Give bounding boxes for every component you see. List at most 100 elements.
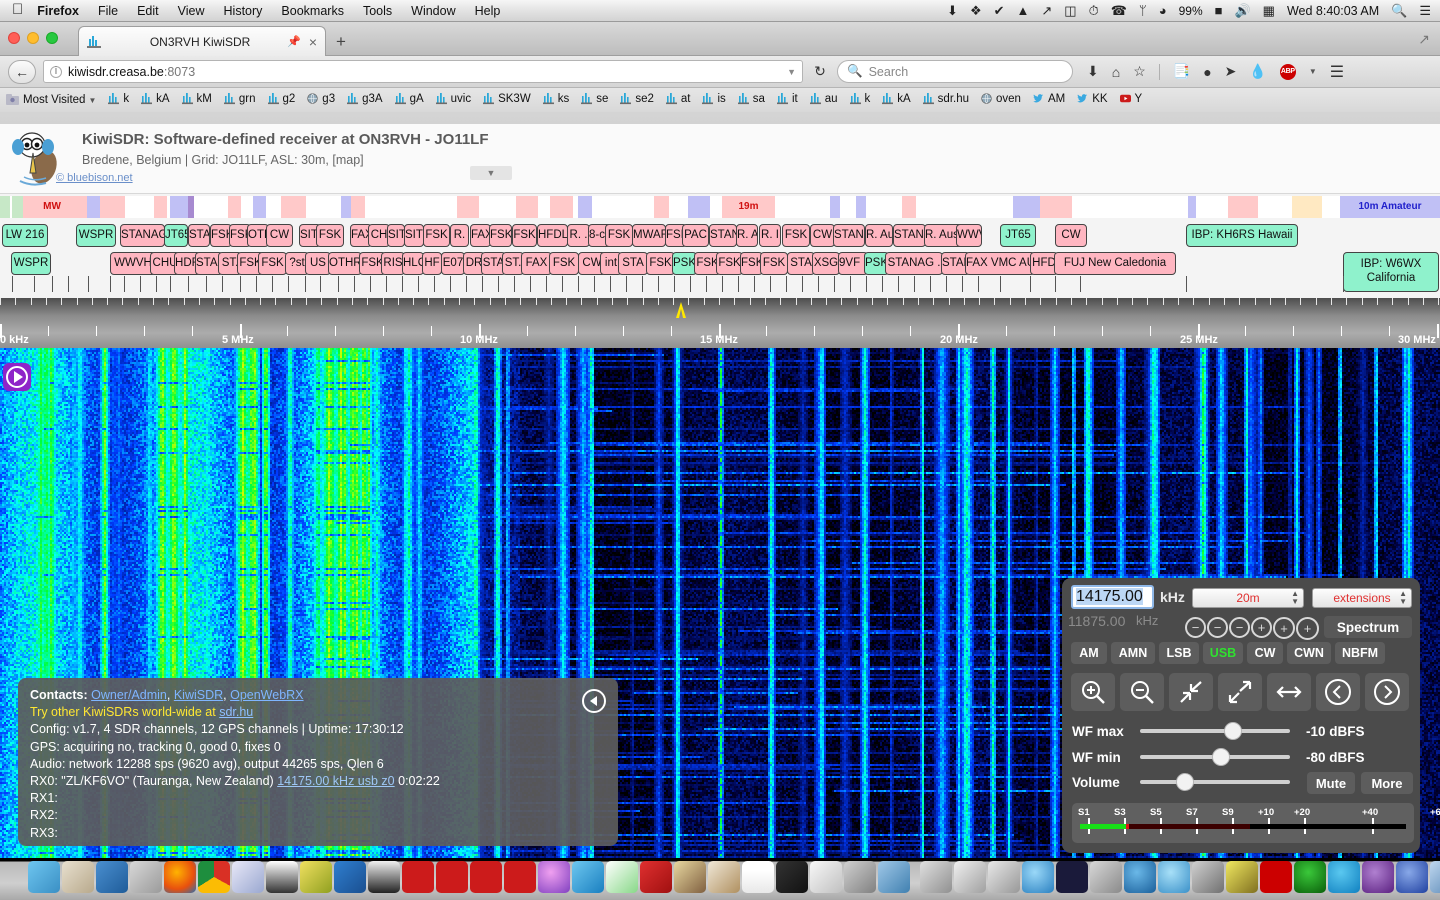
notification-list-icon[interactable]: ☰ <box>1419 4 1431 17</box>
step-down-button[interactable]: − <box>1185 617 1206 638</box>
band-chip[interactable]: STANAG . <box>885 252 943 275</box>
bookmark-is[interactable]: is <box>702 92 725 105</box>
dock-github-icon[interactable] <box>1362 861 1394 893</box>
close-window-button[interactable] <box>8 32 20 44</box>
menu-firefox[interactable]: Firefox <box>37 4 79 18</box>
download-icon[interactable]: ⬇ <box>947 4 958 17</box>
band-chip[interactable]: HLO <box>402 252 424 275</box>
reload-button[interactable]: ↻ <box>808 61 832 83</box>
menu-bookmarks[interactable]: Bookmarks <box>281 4 344 18</box>
band-chip[interactable]: FUJ New Caledonia <box>1054 252 1176 275</box>
share-icon[interactable]: ↗ <box>1041 4 1052 17</box>
wf-max-slider[interactable] <box>1140 729 1290 733</box>
dock-firefox-icon[interactable] <box>164 861 196 893</box>
band-chip[interactable]: FSK <box>646 252 675 275</box>
wifi-icon[interactable]: ◕ <box>1159 4 1167 17</box>
dock-itunes-icon[interactable] <box>538 861 570 893</box>
dock-scanner-icon[interactable] <box>1192 861 1224 893</box>
dock-chrome-icon[interactable] <box>198 861 230 893</box>
band-chip[interactable]: IBP: KH6RS Hawaii <box>1186 224 1298 247</box>
band-select[interactable]: 20m ▲▼ <box>1192 588 1304 608</box>
band-chip[interactable]: LW 216 <box>2 224 48 247</box>
band-chip[interactable]: SITOR <box>387 224 405 247</box>
dock-check-red-icon[interactable] <box>402 861 434 893</box>
bookmark-km[interactable]: kM <box>182 92 212 105</box>
band-chip[interactable]: STANAG <box>833 224 865 247</box>
shield-check-icon[interactable]: ✔ <box>994 4 1005 17</box>
battery-icon[interactable]: ■ <box>1215 4 1223 17</box>
send-icon[interactable]: ➤ <box>1225 63 1237 80</box>
band-chip[interactable]: STA <box>618 252 648 275</box>
mode-button-cw[interactable]: CW <box>1247 642 1283 664</box>
phone-icon[interactable]: ☎ <box>1111 4 1127 17</box>
zoom-contract-button[interactable] <box>1169 673 1213 711</box>
band-chip[interactable]: FSK <box>489 224 512 247</box>
dock-mail-at-icon[interactable] <box>810 861 842 893</box>
link-owner-admin[interactable]: Owner/Admin <box>91 688 167 702</box>
step-up-button[interactable]: + <box>1296 617 1319 640</box>
band-chip[interactable]: FSK <box>760 252 788 275</box>
bookmark-at[interactable]: at <box>666 92 691 105</box>
volume-knob[interactable] <box>1176 773 1194 791</box>
minimize-window-button[interactable] <box>27 32 39 44</box>
nav-next-button[interactable] <box>1365 673 1409 711</box>
url-dropdown-icon[interactable]: ▼ <box>787 67 796 77</box>
bookmark-ga[interactable]: gA <box>395 92 424 105</box>
bookmark-uvic[interactable]: uvic <box>436 92 471 105</box>
band-color-bar[interactable] <box>578 196 592 218</box>
band-chip[interactable]: STANAG <box>893 224 926 247</box>
band-chip[interactable]: FSK <box>716 252 743 275</box>
band-chip[interactable]: STANAG <box>709 224 737 247</box>
url-bar[interactable]: i kiwisdr.creasa.be:8073 ▼ <box>43 60 803 83</box>
dock-box-icon[interactable] <box>988 861 1020 893</box>
dock-tower-icon[interactable] <box>266 861 298 893</box>
bookmark-k[interactable]: k <box>850 92 871 105</box>
dock-piano-icon[interactable] <box>368 861 400 893</box>
band-color-bar[interactable]: MW <box>23 196 81 218</box>
band-chip[interactable]: SITOR <box>404 224 424 247</box>
band-chip[interactable]: STANAG <box>188 224 210 247</box>
menu-window[interactable]: Window <box>411 4 455 18</box>
band-color-bar[interactable] <box>830 196 840 218</box>
play-audio-button[interactable] <box>3 363 31 391</box>
wf-max-knob[interactable] <box>1224 722 1242 740</box>
band-chip[interactable]: R. Au <box>865 224 893 247</box>
band-color-bar[interactable] <box>516 196 538 218</box>
bookmark-most-visited[interactable]: Most Visited ▼ <box>6 94 96 106</box>
mode-button-amn[interactable]: AMN <box>1111 642 1155 664</box>
band-chip[interactable]: FAX VMC AU <box>965 252 1035 275</box>
band-color-bar[interactable] <box>457 196 479 218</box>
droplet-icon[interactable]: 💧 <box>1249 63 1266 80</box>
bookmark-sa[interactable]: sa <box>738 92 765 105</box>
dock-terminal-icon[interactable] <box>776 861 808 893</box>
collapse-header-button[interactable]: ▼ <box>470 166 512 180</box>
menu-edit[interactable]: Edit <box>137 4 159 18</box>
band-chip[interactable]: FSK <box>512 224 537 247</box>
band-chip[interactable]: OTHR <box>328 252 362 275</box>
dock-wspr-icon[interactable] <box>1226 861 1258 893</box>
band-color-bar[interactable] <box>856 196 866 218</box>
bookmark-ka[interactable]: kA <box>141 92 169 105</box>
volume-slider[interactable] <box>1140 780 1290 784</box>
band-color-bar[interactable] <box>0 196 10 218</box>
step-down-button[interactable]: − <box>1207 617 1228 638</box>
band-chip[interactable]: FSK <box>605 224 633 247</box>
mode-button-cwn[interactable]: CWN <box>1287 642 1331 664</box>
dock-check-red-icon[interactable] <box>470 861 502 893</box>
clock[interactable]: Wed 8:40:03 AM <box>1287 4 1379 18</box>
band-chip[interactable]: R. . <box>567 224 590 247</box>
dock-safari-alt-icon[interactable] <box>96 861 128 893</box>
band-color-bar[interactable]: 10m Amateur <box>1340 196 1440 218</box>
band-color-bar[interactable] <box>902 196 916 218</box>
new-tab-button[interactable]: + <box>336 32 346 52</box>
bookmark-se[interactable]: se <box>581 92 608 105</box>
library-icon[interactable]: 📑 <box>1173 63 1190 80</box>
chevron-down-icon[interactable]: ▼ <box>1309 67 1317 76</box>
dock-globe-blue-icon[interactable] <box>1022 861 1054 893</box>
fullscreen-icon[interactable]: ↗ <box>1418 31 1430 48</box>
bookmark-g2[interactable]: g2 <box>268 92 296 105</box>
bookmark-se2[interactable]: se2 <box>620 92 654 105</box>
dock-gem-icon[interactable] <box>1430 861 1440 893</box>
dock-earth-icon[interactable] <box>1124 861 1156 893</box>
band-color-bar[interactable] <box>1188 196 1196 218</box>
